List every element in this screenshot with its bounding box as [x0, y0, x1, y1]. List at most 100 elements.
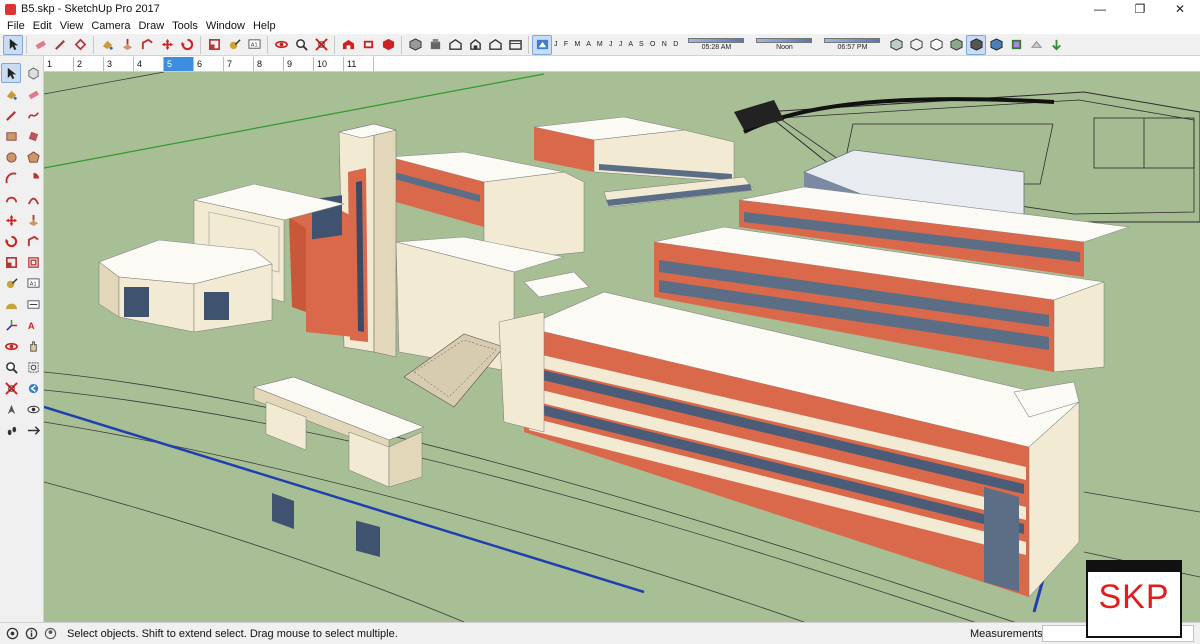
- user-icon[interactable]: [42, 626, 58, 642]
- scene-tab-8[interactable]: 8: [254, 57, 284, 71]
- left-rotate-button[interactable]: [1, 231, 21, 251]
- maximize-button[interactable]: ❐: [1120, 0, 1160, 18]
- close-button[interactable]: ✕: [1160, 0, 1200, 18]
- left-orbit-button[interactable]: [1, 336, 21, 356]
- left-paint-button[interactable]: [1, 84, 21, 104]
- tape-button[interactable]: [224, 35, 244, 55]
- menu-view[interactable]: View: [56, 20, 88, 32]
- menu-window[interactable]: Window: [202, 20, 249, 32]
- left-zoom-window-button[interactable]: [23, 357, 43, 377]
- left-tape-button[interactable]: [1, 273, 21, 293]
- left-select-button[interactable]: [1, 63, 21, 83]
- left-offset-button[interactable]: [23, 252, 43, 272]
- credits-icon[interactable]: [23, 626, 39, 642]
- left-freehand-button[interactable]: [23, 105, 43, 125]
- left-circle-button[interactable]: [1, 147, 21, 167]
- left-line-button[interactable]: [1, 105, 21, 125]
- left-walk-button[interactable]: [1, 420, 21, 440]
- extension-button[interactable]: [358, 35, 378, 55]
- left-eraser-button[interactable]: [23, 84, 43, 104]
- left-move-button[interactable]: [1, 210, 21, 230]
- scene-tab-5[interactable]: 5: [164, 57, 194, 71]
- slider-track[interactable]: [824, 38, 881, 43]
- section-button[interactable]: [1006, 35, 1026, 55]
- components-button[interactable]: [378, 35, 398, 55]
- paint-button[interactable]: [97, 35, 117, 55]
- wireframe-button[interactable]: [906, 35, 926, 55]
- left-axes-button[interactable]: [1, 315, 21, 335]
- scene-tab-9[interactable]: 9: [284, 57, 314, 71]
- left-follow-me-button[interactable]: [23, 231, 43, 251]
- left-arc-button[interactable]: [1, 168, 21, 188]
- back-view-button[interactable]: [485, 35, 505, 55]
- front-view-button[interactable]: [445, 35, 465, 55]
- scene-tab-7[interactable]: 7: [224, 57, 254, 71]
- scene-tab-6[interactable]: 6: [194, 57, 224, 71]
- menu-file[interactable]: File: [3, 20, 29, 32]
- xray-button[interactable]: [886, 35, 906, 55]
- hidden-line-button[interactable]: [926, 35, 946, 55]
- left-polygon-button[interactable]: [23, 147, 43, 167]
- orbit-button[interactable]: [271, 35, 291, 55]
- left-zoom-extents-button[interactable]: [1, 378, 21, 398]
- shadow-month-slider[interactable]: J F M A M J J A S O N D: [552, 38, 682, 52]
- shape-button[interactable]: [70, 35, 90, 55]
- left-push-pull-button[interactable]: [23, 210, 43, 230]
- shadow-time-end-slider[interactable]: 06:57 PM: [822, 38, 882, 51]
- left-3d-text-button[interactable]: A: [23, 315, 43, 335]
- text-button[interactable]: A1: [244, 35, 264, 55]
- eraser-button[interactable]: [30, 35, 50, 55]
- zoom-extents-button[interactable]: [311, 35, 331, 55]
- fog-button[interactable]: [1046, 35, 1066, 55]
- textured-button[interactable]: [966, 34, 987, 55]
- right-view-button[interactable]: [465, 35, 485, 55]
- move-button[interactable]: [157, 35, 177, 55]
- zoom-button[interactable]: [291, 35, 311, 55]
- menu-camera[interactable]: Camera: [87, 20, 134, 32]
- geolocation-icon[interactable]: [4, 626, 20, 642]
- left-section-plane-button[interactable]: [23, 420, 43, 440]
- left-zoom-button[interactable]: [1, 357, 21, 377]
- left-rotated-rect-button[interactable]: [23, 126, 43, 146]
- rotate-button[interactable]: [177, 35, 197, 55]
- follow-me-button[interactable]: [137, 35, 157, 55]
- shaded-button[interactable]: [946, 35, 966, 55]
- menu-edit[interactable]: Edit: [29, 20, 56, 32]
- left-text-button[interactable]: A1: [23, 273, 43, 293]
- left-scale-button[interactable]: [1, 252, 21, 272]
- left-three-point-arc-button[interactable]: [23, 189, 43, 209]
- menu-draw[interactable]: Draw: [134, 20, 168, 32]
- select-button[interactable]: [3, 34, 23, 55]
- push-pull-button[interactable]: [117, 35, 137, 55]
- left-rectangle-button[interactable]: [1, 126, 21, 146]
- scene-tab-10[interactable]: 10: [314, 57, 344, 71]
- shadow-toggle-button[interactable]: [532, 34, 552, 55]
- iso-button[interactable]: [405, 35, 425, 55]
- warehouse-button[interactable]: [338, 35, 358, 55]
- model-viewport[interactable]: [44, 72, 1200, 622]
- menu-tools[interactable]: Tools: [168, 20, 202, 32]
- slider-track[interactable]: [688, 38, 745, 43]
- left-pan-button[interactable]: [23, 336, 43, 356]
- scene-tab-4[interactable]: 4: [134, 57, 164, 71]
- minimize-button[interactable]: —: [1080, 0, 1120, 18]
- left-pie-button[interactable]: [23, 168, 43, 188]
- top-view-button[interactable]: [425, 35, 445, 55]
- left-previous-view-button[interactable]: [23, 378, 43, 398]
- scene-tab-2[interactable]: 2: [74, 57, 104, 71]
- menu-help[interactable]: Help: [249, 20, 280, 32]
- left-two-point-arc-button[interactable]: [1, 189, 21, 209]
- pencil-button[interactable]: [50, 35, 70, 55]
- slider-track[interactable]: [756, 38, 813, 43]
- scale-button[interactable]: [204, 35, 224, 55]
- shadow-time-start-slider[interactable]: 05:28 AM: [686, 38, 746, 51]
- scene-tab-11[interactable]: 11: [344, 57, 374, 71]
- scene-tab-1[interactable]: 1: [44, 57, 74, 71]
- display-section-button[interactable]: [1026, 35, 1046, 55]
- left-look-around-button[interactable]: [23, 399, 43, 419]
- left-position-camera-button[interactable]: [1, 399, 21, 419]
- scene-tab-3[interactable]: 3: [104, 57, 134, 71]
- left-component-button[interactable]: [23, 63, 43, 83]
- left-protractor-button[interactable]: [1, 294, 21, 314]
- left-view-button[interactable]: [505, 35, 525, 55]
